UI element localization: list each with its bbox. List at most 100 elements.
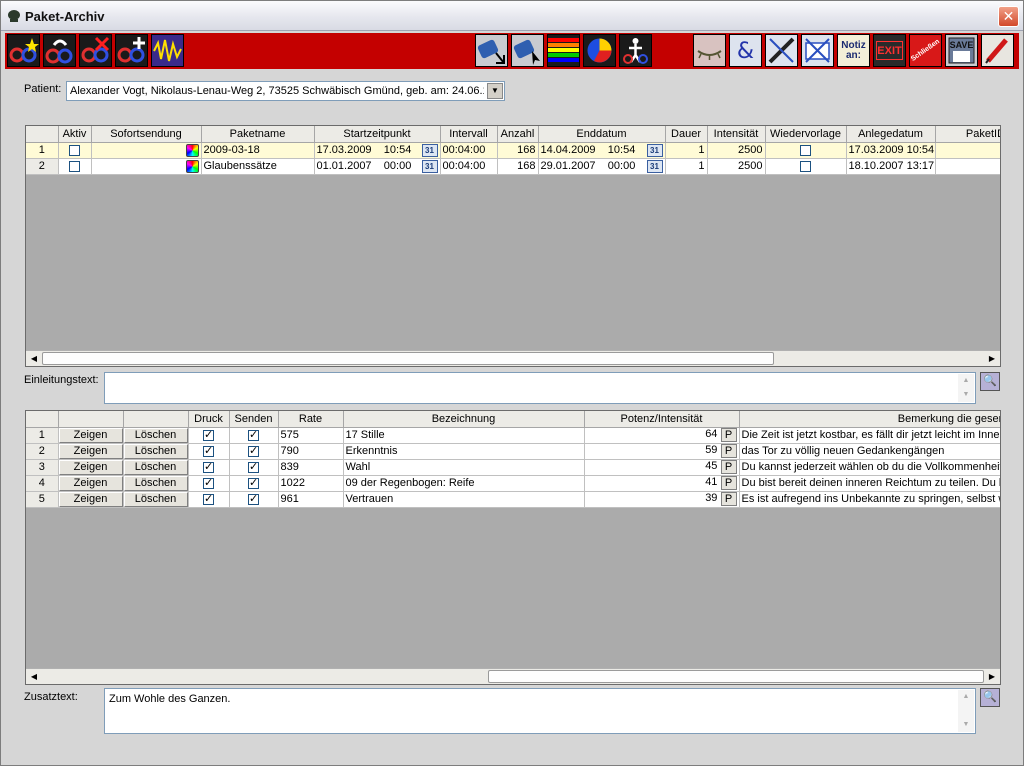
rate-cell[interactable]: 961: [278, 491, 344, 508]
druck-checkbox[interactable]: [203, 444, 214, 457]
delete-button[interactable]: Löschen: [123, 443, 187, 458]
anzahl-cell[interactable]: 168: [497, 158, 539, 175]
exit-button[interactable]: EXIT: [873, 34, 906, 67]
send-pointer-button[interactable]: [511, 34, 544, 67]
druck-checkbox[interactable]: [203, 492, 214, 505]
table-row[interactable]: 2 Zeigen Löschen 790 Erkenntnis 59 P das…: [26, 443, 1000, 460]
p-button[interactable]: P: [720, 460, 737, 474]
col-header-bezeichnung[interactable]: Bezeichnung: [343, 411, 585, 428]
show-button[interactable]: Zeigen: [58, 459, 122, 474]
col-header-rate[interactable]: Rate: [278, 411, 344, 428]
col-header-wiedervorlage[interactable]: Wiedervorlage: [765, 126, 847, 143]
scroll-left-icon[interactable]: ◀: [27, 670, 41, 684]
rainbow-send-icon[interactable]: [185, 143, 199, 157]
eye-button[interactable]: [693, 34, 726, 67]
scroll-thumb[interactable]: [488, 670, 984, 683]
show-button[interactable]: Zeigen: [58, 427, 122, 442]
table-row[interactable]: 3 Zeigen Löschen 839 Wahl 45 P Du kannst…: [26, 459, 1000, 476]
extra-vscrollbar[interactable]: ▲ ▼: [958, 690, 974, 732]
waveform-button[interactable]: [151, 34, 184, 67]
table-row[interactable]: 1 Zeigen Löschen 575 17 Stille 64 P Die …: [26, 427, 1000, 444]
col-header-intervall[interactable]: Intervall: [440, 126, 498, 143]
color-bars-button[interactable]: [547, 34, 580, 67]
extra-textarea[interactable]: Zum Wohle des Ganzen. ▲ ▼: [104, 688, 976, 734]
paketname-cell[interactable]: 2009-03-18: [201, 142, 315, 159]
senden-checkbox[interactable]: [248, 476, 259, 489]
aktiv-checkbox[interactable]: [69, 160, 80, 172]
enddatum-cell[interactable]: 29.01.2007 00:00 31: [538, 158, 666, 175]
save-button[interactable]: SAVE: [945, 34, 978, 67]
table-row[interactable]: 4 Zeigen Löschen 1022 09 der Regenbogen:…: [26, 475, 1000, 492]
bemerkung-cell[interactable]: Die Zeit ist jetzt kostbar, es fällt dir…: [739, 427, 1000, 444]
p-button[interactable]: P: [720, 428, 737, 442]
bezeichnung-cell[interactable]: Erkenntnis: [343, 443, 585, 460]
rainbow-send-icon[interactable]: [185, 159, 199, 173]
col-header-anlegedatum[interactable]: Anlegedatum: [846, 126, 936, 143]
p-button[interactable]: P: [720, 476, 737, 490]
undo-package-button[interactable]: [43, 34, 76, 67]
dauer-cell[interactable]: 1: [665, 142, 708, 159]
bemerkung-cell[interactable]: Du kannst jederzeit wählen ob du die Vol…: [739, 459, 1000, 476]
mail-delete-button[interactable]: [801, 34, 834, 67]
col-header-anzahl[interactable]: Anzahl: [497, 126, 539, 143]
bezeichnung-cell[interactable]: Wahl: [343, 459, 585, 476]
bemerkung-cell[interactable]: das Tor zu völlig neuen Gedankengängen: [739, 443, 1000, 460]
bemerkung-cell[interactable]: Es ist aufregend ins Unbekannte zu sprin…: [739, 491, 1000, 508]
senden-checkbox[interactable]: [248, 444, 259, 457]
rate-cell[interactable]: 790: [278, 443, 344, 460]
table-row[interactable]: 2 Glaubenssätze 01.01.2007 00:00 31 00:04…: [26, 158, 1000, 175]
mail-merge-button[interactable]: &: [729, 34, 762, 67]
calendar-icon[interactable]: 31: [421, 159, 438, 173]
senden-checkbox[interactable]: [248, 460, 259, 473]
senden-checkbox[interactable]: [248, 492, 259, 505]
col-header-bemerkung[interactable]: Bemerkung die gesendet wi: [739, 411, 1000, 428]
packages-hscrollbar[interactable]: ◀ ▶: [26, 350, 1000, 366]
calendar-icon[interactable]: 31: [646, 159, 663, 173]
col-header-enddatum[interactable]: Enddatum: [538, 126, 666, 143]
col-header-intensitaet[interactable]: Intensität: [707, 126, 766, 143]
col-header-paketname[interactable]: Paketname: [201, 126, 315, 143]
col-header-dauer[interactable]: Dauer: [665, 126, 708, 143]
delete-button[interactable]: Löschen: [123, 491, 187, 506]
bezeichnung-cell[interactable]: 09 der Regenbogen: Reife: [343, 475, 585, 492]
startzeitpunkt-cell[interactable]: 01.01.2007 00:00 31: [314, 158, 441, 175]
rate-cell[interactable]: 575: [278, 427, 344, 444]
table-row[interactable]: 5 Zeigen Löschen 961 Vertrauen 39 P Es i…: [26, 491, 1000, 508]
col-header-paketid[interactable]: PaketID: [935, 126, 1000, 143]
edit-button[interactable]: [981, 34, 1014, 67]
show-button[interactable]: Zeigen: [58, 475, 122, 490]
person-spiral-button[interactable]: [619, 34, 652, 67]
bemerkung-cell[interactable]: Du bist bereit deinen inneren Reichtum z…: [739, 475, 1000, 492]
delete-button[interactable]: Löschen: [123, 427, 187, 442]
new-package-button[interactable]: [7, 34, 40, 67]
pie-chart-button[interactable]: [583, 34, 616, 67]
col-header-sofortsendung[interactable]: Sofortsendung: [91, 126, 202, 143]
calendar-icon[interactable]: 31: [421, 143, 438, 157]
col-header-aktiv[interactable]: Aktiv: [58, 126, 92, 143]
wiedervorlage-checkbox[interactable]: [800, 144, 811, 156]
col-header-potenz[interactable]: Potenz/Intensität: [584, 411, 740, 428]
edit-cross-button[interactable]: [765, 34, 798, 67]
delete-button[interactable]: Löschen: [123, 459, 187, 474]
potenz-cell[interactable]: 45 P: [584, 459, 740, 476]
intro-zoom-button[interactable]: 🔍: [980, 372, 1000, 391]
intensitaet-cell[interactable]: 2500: [707, 158, 766, 175]
scroll-left-icon[interactable]: ◀: [27, 352, 41, 366]
extra-zoom-button[interactable]: 🔍: [980, 688, 1000, 707]
send-down-button[interactable]: [475, 34, 508, 67]
potenz-cell[interactable]: 64 P: [584, 427, 740, 444]
close-package-button[interactable]: Schließen: [909, 34, 942, 67]
p-button[interactable]: P: [720, 492, 737, 506]
add-package-button[interactable]: [115, 34, 148, 67]
rates-hscrollbar[interactable]: ◀ ▶: [26, 668, 1000, 684]
rate-cell[interactable]: 839: [278, 459, 344, 476]
intervall-cell[interactable]: 00:04:00: [440, 158, 498, 175]
rate-cell[interactable]: 1022: [278, 475, 344, 492]
show-button[interactable]: Zeigen: [58, 443, 122, 458]
intro-textarea[interactable]: ▲ ▼: [104, 372, 976, 404]
p-button[interactable]: P: [720, 444, 737, 458]
table-row[interactable]: 1 2009-03-18 17.03.2009 10:54 31 00:04:00…: [26, 142, 1000, 159]
paketname-cell[interactable]: Glaubenssätze: [201, 158, 315, 175]
col-header-druck[interactable]: Druck: [188, 411, 230, 428]
scroll-thumb[interactable]: [42, 352, 774, 365]
